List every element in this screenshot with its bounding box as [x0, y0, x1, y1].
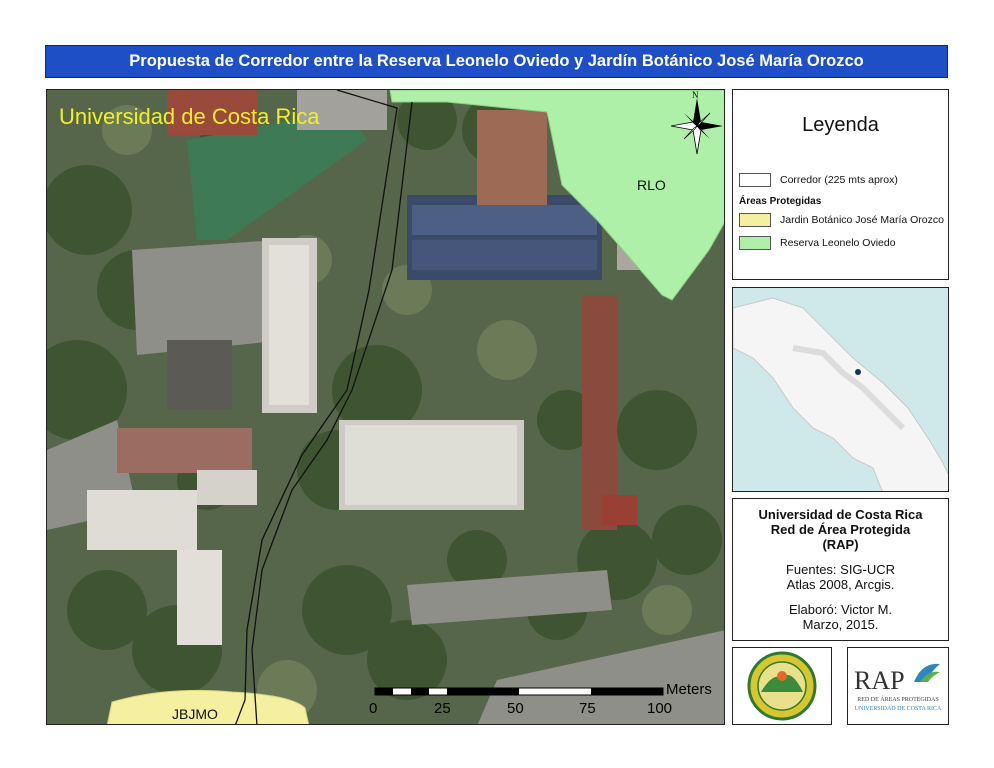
- legend-corridor: Corredor (225 mts aprox): [739, 173, 898, 187]
- credits-author2: Marzo, 2015.: [802, 617, 879, 632]
- ucr-seal-icon: [747, 651, 817, 721]
- rap-logo-sub1: RED DE ÁREAS PROTEGIDAS: [857, 697, 939, 703]
- credits-org1: Universidad de Costa Rica: [758, 507, 923, 522]
- rap-logo-text: RAP: [854, 666, 905, 695]
- credits-org2: Red de Área Protegida: [770, 522, 911, 537]
- rlo-swatch: [739, 236, 771, 250]
- scale-tick-50: 50: [507, 700, 524, 717]
- legend-title: Leyenda: [802, 114, 879, 136]
- scale-tick-75: 75: [579, 700, 596, 717]
- legend-rlo: Reserva Leonelo Oviedo: [739, 236, 896, 250]
- scale-tick-0: 0: [369, 700, 378, 717]
- legend-jbjmo-label: Jardin Botánico José María Orozco: [780, 214, 944, 226]
- scale-tick-25: 25: [434, 700, 451, 717]
- ucr-seal-logo: [732, 647, 832, 725]
- aerial-imagery: [47, 90, 724, 724]
- rap-leaf-icon: [914, 663, 940, 682]
- scale-unit: Meters: [666, 681, 712, 698]
- north-label: N: [692, 90, 699, 100]
- legend-rlo-label: Reserva Leonelo Oviedo: [780, 237, 896, 249]
- rap-logo-sub2: UNIVERSIDAD DE COSTA RICA: [854, 706, 942, 712]
- credits-sources2: Atlas 2008, Arcgis.: [786, 577, 895, 592]
- map-title-bar: Propuesta de Corredor entre la Reserva L…: [45, 45, 948, 78]
- credits-panel: Universidad de Costa Rica Red de Área Pr…: [732, 498, 949, 641]
- jbjmo-swatch: [739, 213, 771, 227]
- scale-tick-100: 100: [647, 700, 673, 717]
- jbjmo-label: JBJMO: [172, 706, 218, 722]
- locator-map-graphic: [733, 297, 948, 491]
- rlo-label: RLO: [637, 177, 666, 193]
- credits-sources1: Fuentes: SIG-UCR: [785, 562, 896, 577]
- rap-logo: RAP RED DE ÁREAS PROTEGIDAS UNIVERSIDAD …: [847, 647, 949, 725]
- legend-jbjmo: Jardin Botánico José María Orozco: [739, 213, 944, 227]
- legend-protected-heading: Áreas Protegidas: [739, 196, 822, 207]
- map-title: Propuesta de Corredor entre la Reserva L…: [129, 52, 864, 70]
- corridor-swatch: [739, 173, 771, 187]
- legend-panel: Leyenda Corredor (225 mts aprox) Áreas P…: [732, 89, 949, 280]
- locator-map[interactable]: [732, 287, 949, 492]
- credits-org3: (RAP): [822, 537, 859, 552]
- scale-bar: [374, 687, 664, 696]
- campus-label: Universidad de Costa Rica: [59, 104, 320, 129]
- aerial-map[interactable]: Universidad de Costa Rica RLO JBJMO N Me…: [46, 89, 725, 725]
- credits-author1: Elaboró: Victor M.: [788, 602, 893, 617]
- legend-corridor-label: Corredor (225 mts aprox): [780, 174, 898, 186]
